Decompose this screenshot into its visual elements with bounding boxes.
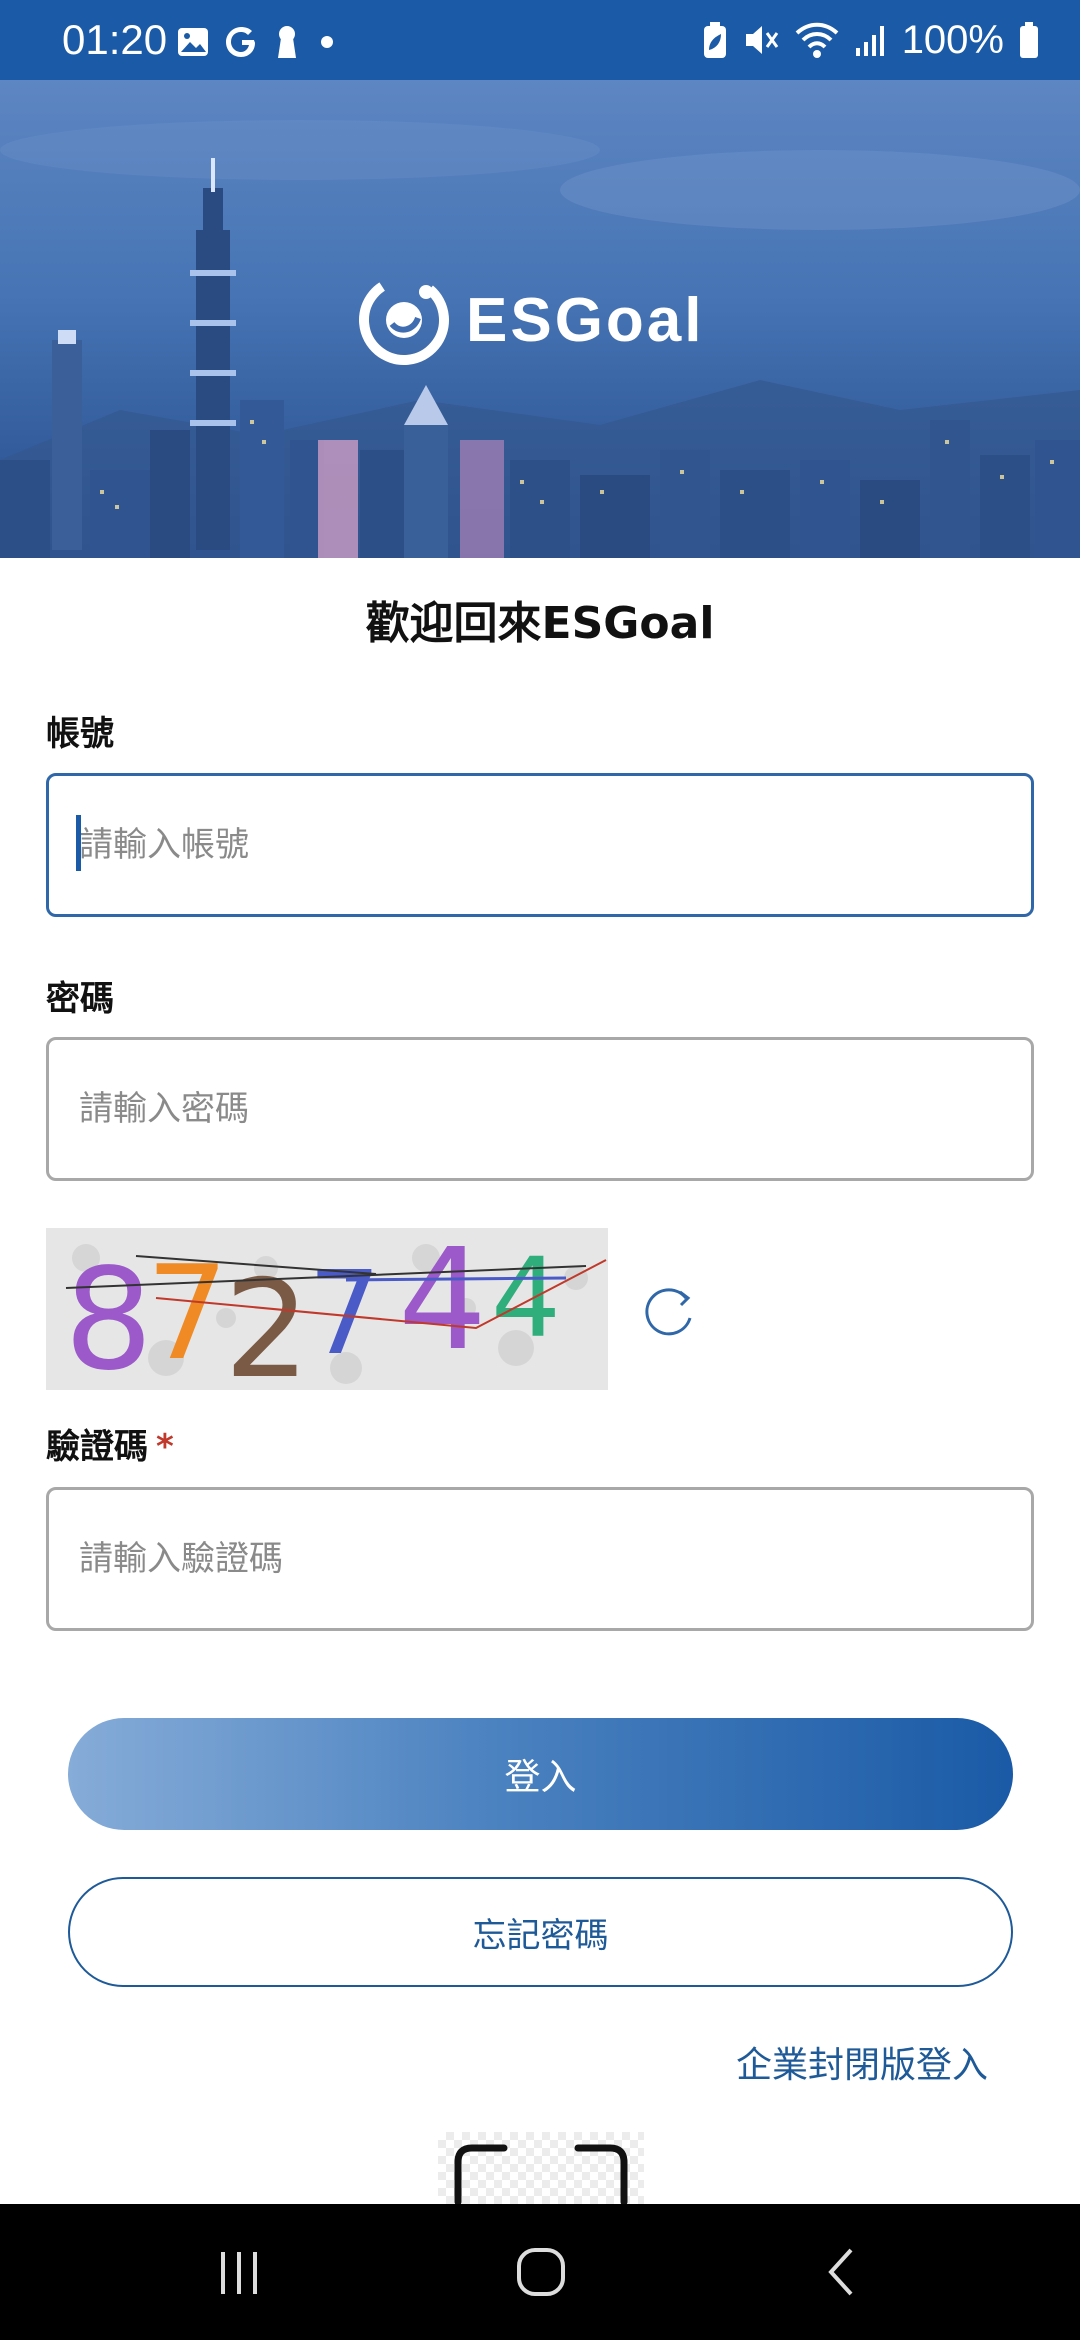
captcha-char-1: 8: [64, 1239, 153, 1390]
back-icon: [828, 2248, 853, 2296]
captcha-image: 8 7 2 7 4 4: [46, 1228, 608, 1390]
esgoal-logo: ESGoal: [356, 272, 705, 368]
refresh-icon: [645, 1288, 692, 1336]
status-bar: 01:20 100%: [0, 0, 1080, 80]
welcome-title: 歡迎回來ESGoal: [365, 598, 715, 649]
battery-percent: 100%: [901, 17, 1004, 62]
captcha-char-3: 2: [224, 1251, 310, 1390]
captcha-label: 驗證碼 *: [46, 1419, 174, 1468]
scan-frame-icon[interactable]: [438, 2132, 644, 2206]
mute-icon: [745, 26, 778, 54]
text-caret: [76, 815, 81, 871]
home-icon: [517, 2248, 565, 2296]
system-icons: 100%: [702, 16, 1040, 64]
enterprise-login-link[interactable]: 企業封閉版登入: [736, 2036, 988, 2088]
signal-icon: [855, 26, 884, 56]
brand-name: ESGoal: [466, 285, 705, 355]
gallery-icon: [178, 28, 208, 56]
system-nav-bar: [0, 2204, 1080, 2340]
recent-apps-icon: [221, 2252, 257, 2294]
esgoal-logo-mark-icon: [359, 275, 449, 365]
captcha-graphic: 8 7 2 7 4 4: [46, 1228, 608, 1390]
recent-apps-button[interactable]: [159, 2204, 319, 2340]
required-mark: *: [156, 1427, 174, 1467]
captcha-input[interactable]: [46, 1487, 1034, 1631]
status-time: 01:20: [62, 16, 168, 63]
captcha-char-5: 4: [398, 1228, 487, 1382]
refresh-captcha-button[interactable]: [638, 1280, 702, 1344]
password-input[interactable]: [46, 1037, 1034, 1181]
password-label: 密碼: [46, 979, 114, 1019]
hero-banner: ESGoal: [0, 80, 1080, 558]
notification-icons: [176, 22, 340, 62]
captcha-label-text: 驗證碼: [46, 1427, 148, 1467]
home-button[interactable]: [461, 2204, 621, 2340]
dot-icon: [321, 36, 333, 48]
scan-corners-icon: [454, 2144, 628, 2206]
back-button[interactable]: [763, 2204, 923, 2340]
google-icon: [226, 27, 255, 57]
battery-saver-icon: [703, 22, 726, 58]
login-button[interactable]: 登入: [68, 1718, 1013, 1830]
forgot-password-button[interactable]: 忘記密碼: [68, 1877, 1013, 1987]
battery-icon: [1020, 22, 1038, 58]
account-label: 帳號: [46, 714, 114, 754]
captcha-char-6: 4: [491, 1234, 561, 1362]
wifi-icon: [795, 22, 839, 58]
account-input[interactable]: [46, 773, 1034, 917]
keyhole-icon: [278, 26, 296, 58]
